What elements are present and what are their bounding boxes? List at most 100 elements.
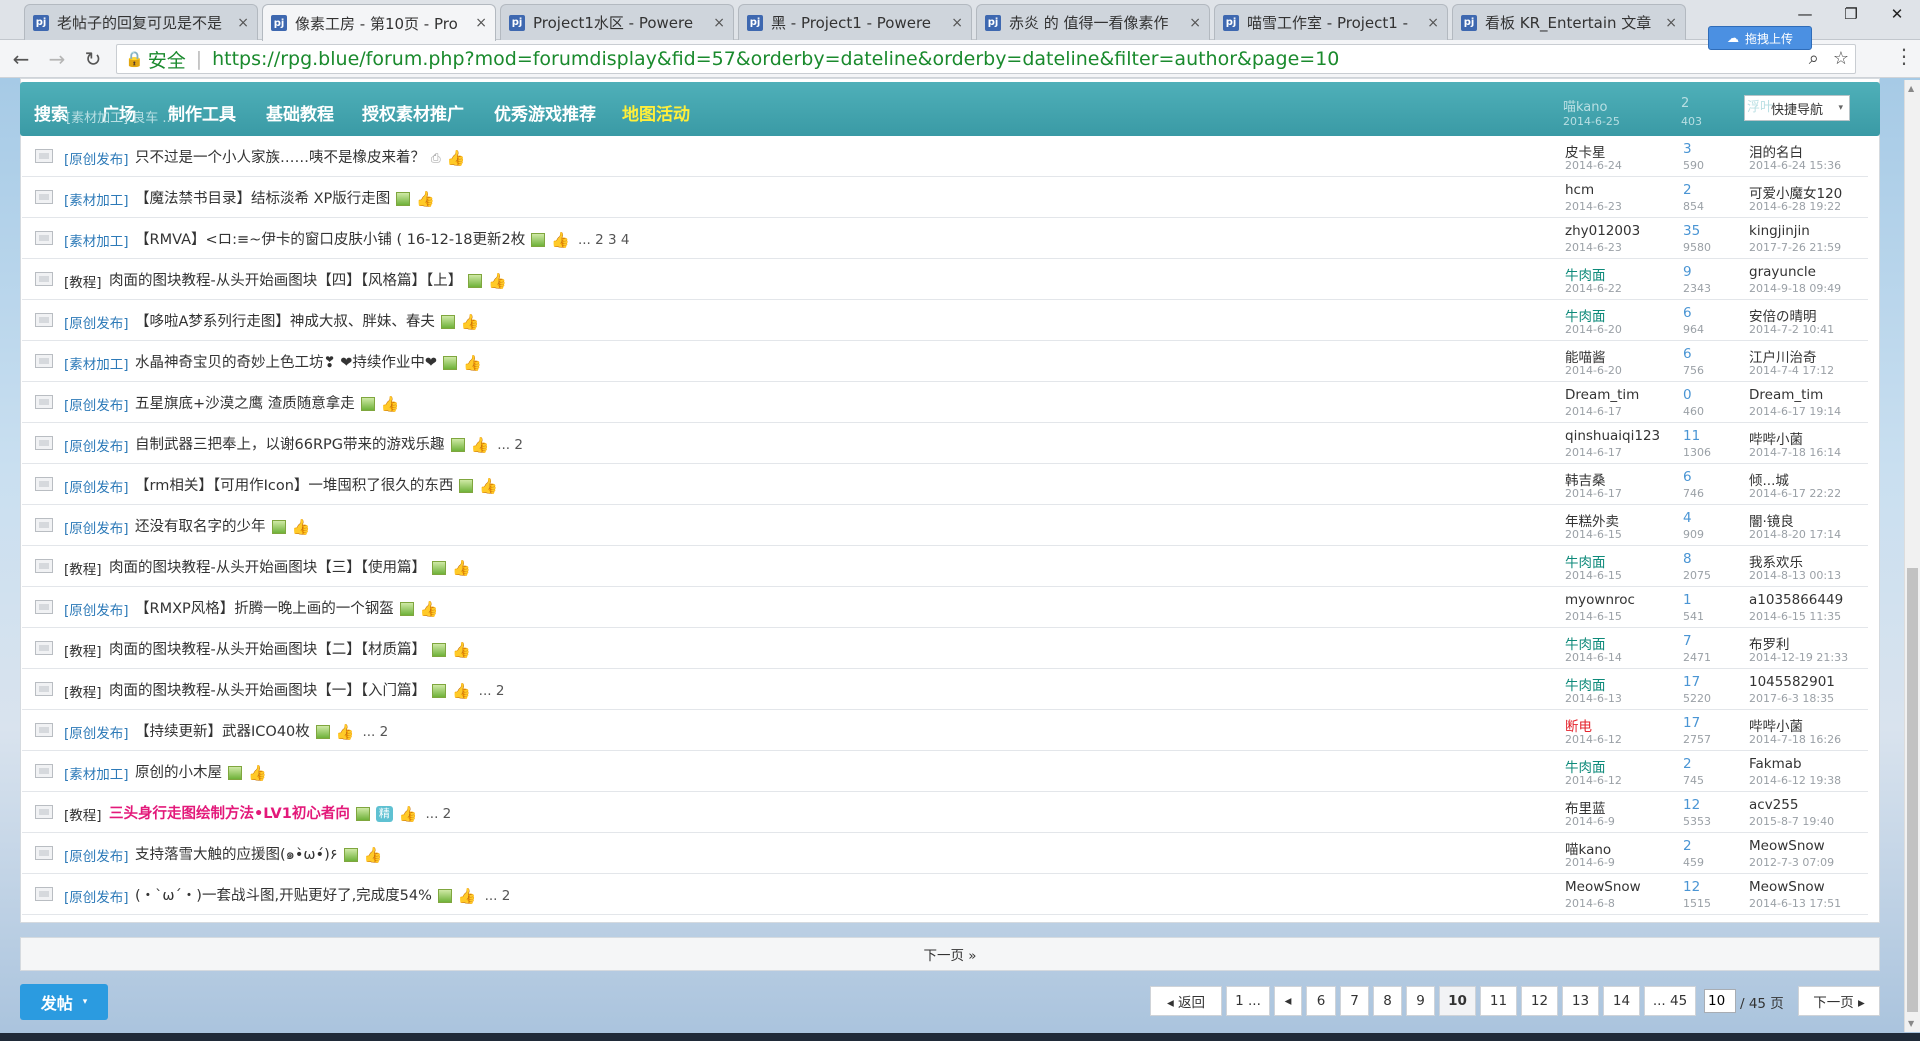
thread-subject[interactable]: 水晶神奇宝贝的奇妙上色工坊❣ ❤持续作业中❤ 👍 bbox=[135, 351, 482, 372]
nav-item[interactable]: 制作工具 bbox=[168, 100, 236, 125]
thread-subject[interactable]: 五星旗底+沙漠之鹰 渣质随意拿走 👍 bbox=[135, 392, 399, 413]
last-reply-time[interactable]: 2017-7-26 21:59 bbox=[1749, 241, 1841, 254]
thread-category-link[interactable]: [教程] bbox=[64, 640, 102, 660]
reply-count[interactable]: 12 bbox=[1683, 797, 1700, 813]
thread-page-links[interactable]: ... 2 bbox=[362, 724, 388, 740]
last-reply-user[interactable]: grayuncle bbox=[1749, 264, 1816, 280]
table-row[interactable]: [原创发布] (・`ω´・)一套战斗图,开贴更好了,完成度54% 👍 ... 2 Meo… bbox=[22, 874, 1868, 915]
last-reply-user[interactable]: 哔哔小菌 bbox=[1749, 715, 1803, 735]
thread-subject[interactable]: 【rm相关】【可用作Icon】一堆囤积了很久的东西 👍 bbox=[135, 474, 498, 495]
page-9-button[interactable]: 9 bbox=[1406, 986, 1435, 1016]
last-reply-time[interactable]: 2014-6-24 15:36 bbox=[1749, 159, 1841, 172]
thread-category-link[interactable]: [原创发布] bbox=[64, 394, 129, 414]
thread-subject[interactable]: 肉面的图块教程-从头开始画图块【四】【风格篇】【上】 👍 bbox=[109, 269, 507, 290]
last-reply-time[interactable]: 2014-6-17 22:22 bbox=[1749, 487, 1841, 500]
thread-subject-link[interactable]: 还没有取名字的少年 bbox=[135, 519, 266, 535]
reply-count[interactable]: 12 bbox=[1683, 879, 1700, 895]
page-10-button[interactable]: 10 bbox=[1439, 986, 1476, 1016]
post-button[interactable]: 发帖 ▾ bbox=[20, 984, 108, 1020]
thread-subject[interactable]: 肉面的图块教程-从头开始画图块【二】【材质篇】 👍 bbox=[109, 638, 471, 659]
thread-subject-link[interactable]: 自制武器三把奉上，以谢66RPG带来的游戏乐趣 bbox=[135, 437, 445, 453]
thread-author[interactable]: 皮卡星 bbox=[1565, 141, 1606, 161]
table-row[interactable]: [素材加工] 原创的小木屋 👍 牛肉面 2014-6-12 2 745 Fakmab 2014-… bbox=[22, 751, 1868, 792]
table-row[interactable]: [教程] 肉面的图块教程-从头开始画图块【四】【风格篇】【上】 👍 牛肉面 2014-6… bbox=[22, 259, 1868, 300]
thread-category-link[interactable]: [素材加工] bbox=[64, 189, 129, 209]
thread-category-link[interactable]: [原创发布] bbox=[64, 476, 129, 496]
prev-page-button[interactable]: ◂ bbox=[1274, 986, 1302, 1016]
table-row[interactable]: [教程] 肉面的图块教程-从头开始画图块【三】【使用篇】 👍 牛肉面 2014-6-15… bbox=[22, 546, 1868, 587]
thread-category-link[interactable]: [教程] bbox=[64, 271, 102, 291]
reply-count[interactable]: 35 bbox=[1683, 223, 1700, 239]
table-row[interactable]: [原创发布] 自制武器三把奉上，以谢66RPG带来的游戏乐趣 👍 ... 2 qinsh… bbox=[22, 423, 1868, 464]
thread-subject[interactable]: 自制武器三把奉上，以谢66RPG带来的游戏乐趣 👍 ... 2 bbox=[135, 433, 523, 454]
browser-tab[interactable]: pj 像素工房 - 第10页 - Pro × bbox=[262, 4, 496, 41]
address-bar[interactable]: 🔒 安全 | https://rpg.blue/forum.php?mod=fo… bbox=[116, 44, 1856, 74]
close-window-button[interactable]: ✕ bbox=[1874, 0, 1920, 28]
thread-category-link[interactable]: [原创发布] bbox=[64, 845, 129, 865]
last-reply-user[interactable]: 1045582901 bbox=[1749, 674, 1835, 690]
thread-subject[interactable]: 【RMXP风格】折腾一晚上画的一个钢盔 👍 bbox=[135, 597, 438, 618]
thread-subject-link[interactable]: 肉面的图块教程-从头开始画图块【二】【材质篇】 bbox=[109, 642, 426, 658]
thread-subject-link[interactable]: 支持落雪大触的应援图(๑•̀ω•́)۶ bbox=[135, 847, 338, 863]
page-11-button[interactable]: 11 bbox=[1480, 986, 1517, 1016]
thread-category-link[interactable]: [原创发布] bbox=[64, 722, 129, 742]
table-row[interactable]: [教程] 肉面的图块教程-从头开始画图块【二】【材质篇】 👍 牛肉面 2014-6-14… bbox=[22, 628, 1868, 669]
reply-count[interactable]: 7 bbox=[1683, 633, 1692, 649]
thread-author[interactable]: 喵kano bbox=[1565, 838, 1611, 858]
next-page-button[interactable]: 下一页 ▸ bbox=[1798, 986, 1880, 1016]
thread-subject[interactable]: 支持落雪大触的应援图(๑•̀ω•́)۶ 👍 bbox=[135, 843, 382, 866]
thread-category-link[interactable]: [原创发布] bbox=[64, 517, 129, 537]
close-tab-icon[interactable]: × bbox=[713, 15, 725, 31]
minimize-button[interactable]: — bbox=[1782, 0, 1828, 28]
thread-subject[interactable]: 【RMVA】<ロ:≡~伊卡的窗口皮肤小铺 ( 16-12-18更新2枚 👍 ... … bbox=[135, 228, 629, 249]
table-row[interactable]: [原创发布] 【持续更新】武器ICO40枚 👍 ... 2 断电 2014-6-12 17 2… bbox=[22, 710, 1868, 751]
thread-page-links[interactable]: ... 2 bbox=[497, 437, 523, 453]
thread-subject-link[interactable]: 肉面的图块教程-从头开始画图块【四】【风格篇】【上】 bbox=[109, 273, 462, 289]
thread-author[interactable]: 能喵酱 bbox=[1565, 346, 1606, 366]
thread-subject-link[interactable]: 【rm相关】【可用作Icon】一堆囤积了很久的东西 bbox=[135, 478, 453, 494]
thread-author[interactable]: 牛肉面 bbox=[1565, 756, 1606, 776]
thread-author[interactable]: 年糕外卖 bbox=[1565, 510, 1619, 530]
thread-author[interactable]: 牛肉面 bbox=[1565, 264, 1606, 284]
page-14-button[interactable]: 14 bbox=[1603, 986, 1640, 1016]
last-reply-user[interactable]: 布罗利 bbox=[1749, 633, 1790, 653]
thread-subject[interactable]: 肉面的图块教程-从头开始画图块【一】【入门篇】 👍 ... 2 bbox=[109, 679, 504, 700]
last-reply-user[interactable]: a1035866449 bbox=[1749, 592, 1843, 608]
last-reply-user[interactable]: 倾...城 bbox=[1749, 469, 1789, 489]
thread-author[interactable]: 牛肉面 bbox=[1565, 674, 1606, 694]
close-tab-icon[interactable]: × bbox=[951, 15, 963, 31]
table-row[interactable]: [原创发布] 【rm相关】【可用作Icon】一堆囤积了很久的东西 👍 韩吉桑 2014-… bbox=[22, 464, 1868, 505]
reply-count[interactable]: 3 bbox=[1683, 141, 1692, 157]
browser-tab[interactable]: pj 喵雪工作室 - Project1 - × bbox=[1214, 4, 1448, 40]
close-tab-icon[interactable]: × bbox=[237, 15, 249, 31]
thread-author[interactable]: 牛肉面 bbox=[1565, 305, 1606, 325]
thread-author[interactable]: hcm bbox=[1565, 182, 1594, 198]
last-reply-time[interactable]: 2015-8-7 19:40 bbox=[1749, 815, 1834, 828]
thread-subject-link[interactable]: 【RMXP风格】折腾一晚上画的一个钢盔 bbox=[135, 601, 394, 617]
thread-subject[interactable]: 【持续更新】武器ICO40枚 👍 ... 2 bbox=[135, 720, 388, 741]
last-reply-time[interactable]: 2014-6-28 19:22 bbox=[1749, 200, 1841, 213]
first-page-button[interactable]: 1 ... bbox=[1226, 986, 1270, 1016]
thread-category-link[interactable]: [教程] bbox=[64, 558, 102, 578]
thread-category-link[interactable]: [原创发布] bbox=[64, 148, 129, 168]
thread-category-link[interactable]: [原创发布] bbox=[64, 312, 129, 332]
table-row[interactable]: [素材加工] 水晶神奇宝贝的奇妙上色工坊❣ ❤持续作业中❤ 👍 能喵酱 2014-6-2… bbox=[22, 341, 1868, 382]
last-reply-time[interactable]: 2014-6-15 11:35 bbox=[1749, 610, 1841, 623]
scrollbar-thumb[interactable] bbox=[1907, 568, 1918, 1012]
page-6-button[interactable]: 6 bbox=[1306, 986, 1336, 1016]
thread-author[interactable]: 牛肉面 bbox=[1565, 551, 1606, 571]
thread-page-links[interactable]: ... 2 3 4 bbox=[578, 232, 630, 248]
nav-item[interactable]: 地图活动 bbox=[622, 100, 690, 125]
close-tab-icon[interactable]: × bbox=[1189, 15, 1201, 31]
last-reply-user[interactable]: 我系欢乐 bbox=[1749, 551, 1803, 571]
thread-author[interactable]: myownroc bbox=[1565, 592, 1635, 608]
last-reply-user[interactable]: kingjinjin bbox=[1749, 223, 1810, 239]
page-scrollbar[interactable]: ▲ ▼ bbox=[1904, 80, 1920, 1032]
reply-count[interactable]: 6 bbox=[1683, 305, 1692, 321]
table-row[interactable]: [教程] 三头身行走图绘制方法•LV1初心者向 精 👍 ... 2 布里蓝 2014-6-9… bbox=[22, 792, 1868, 833]
page-8-button[interactable]: 8 bbox=[1373, 986, 1402, 1016]
thread-author[interactable]: qinshuaiqi123 bbox=[1565, 428, 1660, 444]
thread-author[interactable]: 牛肉面 bbox=[1565, 633, 1606, 653]
next-page-bar[interactable]: 下一页 » bbox=[20, 937, 1880, 971]
reply-count[interactable]: 8 bbox=[1683, 551, 1692, 567]
